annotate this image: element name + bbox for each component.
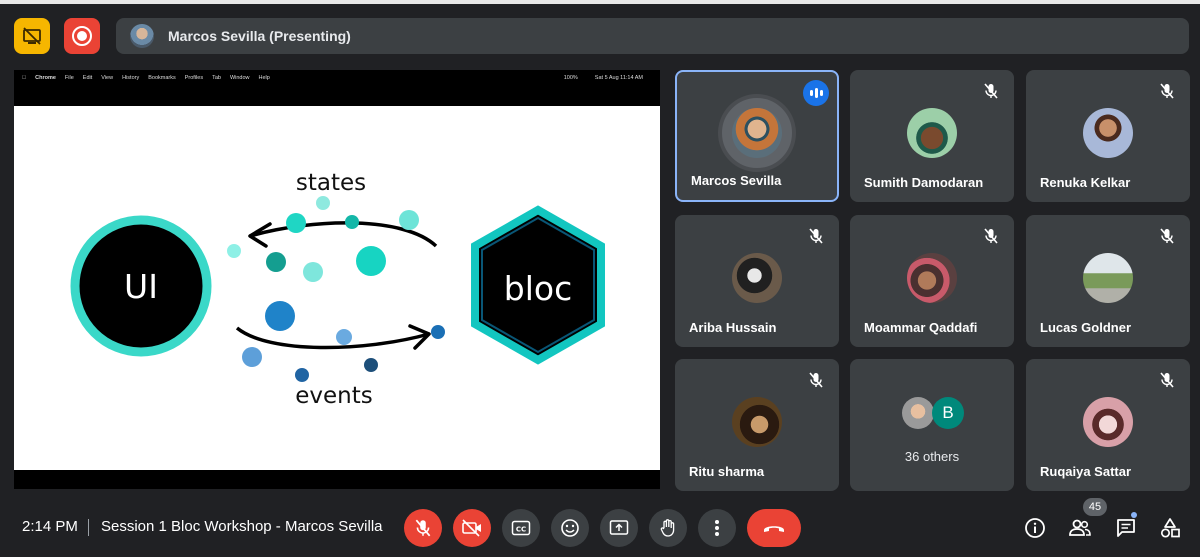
avatar: [732, 397, 782, 447]
participant-name: Ruqaiya Sattar: [1040, 464, 1132, 479]
recording-button[interactable]: [64, 18, 100, 54]
hand-icon: [660, 519, 675, 537]
mic-off-icon: [1160, 228, 1174, 244]
meeting-details-button[interactable]: [1023, 516, 1047, 540]
mic-off-icon: [809, 228, 823, 244]
shared-screen-menubar:  Chrome File Edit View History Bookmark…: [14, 70, 660, 104]
avatar: [732, 108, 782, 158]
emoji-icon: [561, 519, 579, 537]
menu-item: Help: [254, 75, 270, 81]
captions-button[interactable]: CC: [502, 509, 540, 547]
mic-off-icon: [809, 372, 823, 388]
participant-tile[interactable]: Marcos Sevilla: [675, 70, 839, 202]
avatar: [902, 397, 934, 429]
avatar: B: [932, 397, 964, 429]
activities-button[interactable]: [1158, 516, 1182, 540]
info-icon: [1025, 518, 1045, 538]
record-icon: [72, 26, 92, 46]
mic-toggle-button[interactable]: [404, 509, 442, 547]
clock-text: Sat 5 Aug 11:14 AM: [594, 75, 643, 81]
divider: [88, 519, 89, 536]
end-call-icon: [764, 526, 784, 532]
bloc-diagram: UI bloc states events: [70, 170, 605, 409]
closed-captions-icon: CC: [511, 520, 531, 536]
presentation-stage[interactable]:  Chrome File Edit View History Bookmark…: [14, 70, 660, 489]
participant-tile[interactable]: Lucas Goldner: [1026, 215, 1190, 347]
participant-tile[interactable]: Renuka Kelkar: [1026, 70, 1190, 202]
present-screen-icon: [609, 520, 629, 535]
apple-icon: : [22, 75, 26, 81]
participant-name: Marcos Sevilla: [691, 173, 782, 188]
leave-call-button[interactable]: [747, 509, 801, 547]
participant-count-badge: 45: [1083, 498, 1107, 516]
participant-tile[interactable]: Ariba Hussain: [675, 215, 839, 347]
mic-off-icon: [984, 228, 998, 244]
participant-name: Moammar Qaddafi: [864, 320, 978, 335]
menu-item: File: [60, 75, 74, 81]
participant-name: Renuka Kelkar: [1040, 175, 1131, 190]
menu-item: Tab: [207, 75, 221, 81]
participant-tile[interactable]: Ruqaiya Sattar: [1026, 359, 1190, 491]
presenting-banner[interactable]: Marcos Sevilla (Presenting): [116, 18, 1189, 54]
mic-off-icon: [1160, 372, 1174, 388]
avatar: [130, 24, 154, 48]
presenter-label: Marcos Sevilla (Presenting): [168, 28, 351, 44]
menu-item: History: [117, 75, 139, 81]
others-count-label: 36 others: [904, 449, 960, 464]
menu-item: Edit: [78, 75, 92, 81]
others-tile[interactable]: B 36 others: [850, 359, 1014, 491]
avatar: [1083, 108, 1133, 158]
ui-label: UI: [124, 267, 158, 306]
participant-tile[interactable]: Ritu sharma: [675, 359, 839, 491]
people-icon: [1069, 519, 1091, 536]
more-options-button[interactable]: [698, 509, 736, 547]
people-button[interactable]: [1068, 516, 1092, 540]
participant-name: Ritu sharma: [689, 464, 765, 479]
present-screen-button[interactable]: [600, 509, 638, 547]
meeting-title: Session 1 Bloc Workshop - Marcos Sevilla: [101, 518, 383, 535]
avatar: [907, 108, 957, 158]
menu-item: Chrome: [31, 75, 56, 81]
speaking-indicator-icon: [803, 80, 829, 106]
chat-button[interactable]: [1114, 516, 1138, 540]
present-off-icon: [23, 27, 41, 45]
avatar: [1083, 253, 1133, 303]
mic-off-icon: [415, 519, 431, 537]
bloc-label: bloc: [504, 269, 572, 308]
chat-icon: [1117, 519, 1135, 537]
menu-item: Profiles: [180, 75, 203, 81]
menu-item: View: [97, 75, 113, 81]
mic-off-icon: [984, 83, 998, 99]
avatar: [1083, 397, 1133, 447]
stop-presenting-button[interactable]: [14, 18, 50, 54]
menu-item: Window: [225, 75, 250, 81]
battery-text: 100%: [563, 75, 578, 81]
avatar: [907, 253, 957, 303]
raise-hand-button[interactable]: [649, 509, 687, 547]
reactions-button[interactable]: [551, 509, 589, 547]
menubar-status: 100% Sat 5 Aug 11:14 AM: [564, 75, 652, 81]
participant-tile[interactable]: Moammar Qaddafi: [850, 215, 1014, 347]
participant-name: Sumith Damodaran: [864, 175, 984, 190]
slide-content: UI bloc states events: [14, 106, 660, 470]
participant-tile[interactable]: Sumith Damodaran: [850, 70, 1014, 202]
states-label: states: [296, 170, 366, 196]
participant-name: Lucas Goldner: [1040, 320, 1132, 335]
window-top-edge: [0, 0, 1200, 4]
avatar: [732, 253, 782, 303]
participant-name: Ariba Hussain: [689, 320, 777, 335]
events-arrow: [235, 326, 430, 350]
camera-off-icon: [462, 519, 481, 537]
svg-text:CC: CC: [516, 526, 526, 534]
events-label: events: [295, 383, 373, 409]
shapes-icon: [1160, 518, 1180, 538]
menu-item: Bookmarks: [144, 75, 176, 81]
mic-off-icon: [1160, 83, 1174, 99]
more-vert-icon: [715, 520, 719, 536]
camera-toggle-button[interactable]: [453, 509, 491, 547]
meeting-time: 2:14 PM: [22, 518, 78, 535]
